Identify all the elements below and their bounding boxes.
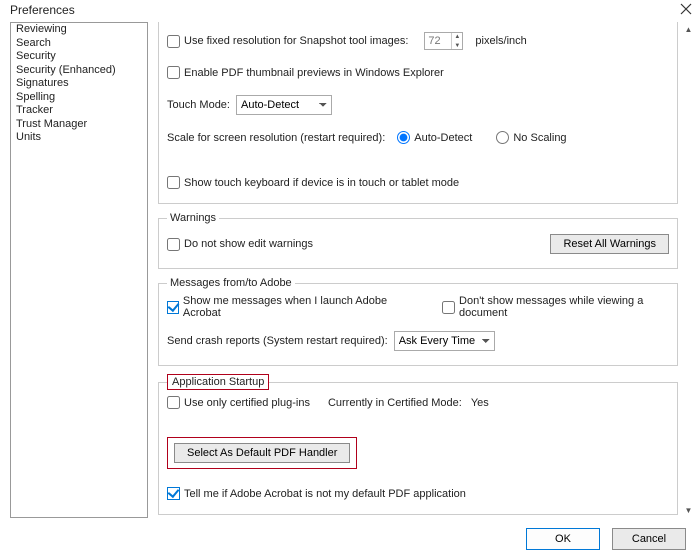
sidebar-item-security-enhanced[interactable]: Security (Enhanced) [11,64,147,78]
resolution-input[interactable] [425,33,451,49]
sidebar-item-security[interactable]: Security [11,50,147,64]
cert-mode-value: Yes [471,397,489,409]
cancel-button[interactable]: Cancel [612,528,686,550]
cert-mode-label: Currently in Certified Mode: [328,397,462,409]
no-edit-warnings-checkbox[interactable]: Do not show edit warnings [167,238,313,251]
sidebar-item-tracker[interactable]: Tracker [11,104,147,118]
category-list[interactable]: Reviewing Search Security Security (Enha… [10,22,148,518]
sidebar-item-units[interactable]: Units [11,131,147,145]
show-launch-label: Show me messages when I launch Adobe Acr… [183,295,402,319]
touch-keyboard-label: Show touch keyboard if device is in touc… [184,177,459,189]
warnings-legend: Warnings [167,212,219,224]
scale-label: Scale for screen resolution (restart req… [167,132,385,144]
spin-up-icon[interactable]: ▲ [452,33,462,42]
resolution-unit: pixels/inch [475,35,526,47]
dont-show-viewing-label: Don't show messages while viewing a docu… [459,295,669,319]
crash-reports-label: Send crash reports (System restart requi… [167,335,388,347]
dont-show-viewing-checkbox[interactable]: Don't show messages while viewing a docu… [442,295,669,319]
window-title: Preferences [10,3,75,17]
certified-plugins-checkbox[interactable]: Use only certified plug-ins [167,396,310,409]
scale-auto-radio[interactable] [397,131,410,144]
touch-mode-select[interactable]: Auto-Detect [236,95,332,115]
tell-me-default-label: Tell me if Adobe Acrobat is not my defau… [184,488,466,500]
startup-group: Application Startup Use only certified p… [158,374,678,515]
vertical-scrollbar[interactable]: ▲ ▼ [681,22,696,518]
select-default-handler-button[interactable]: Select As Default PDF Handler [174,443,350,463]
scale-auto-label: Auto-Detect [414,132,472,144]
thumbnail-previews-checkbox[interactable]: Enable PDF thumbnail previews in Windows… [167,66,444,79]
sidebar-item-trust-manager[interactable]: Trust Manager [11,118,147,132]
default-handler-highlight: Select As Default PDF Handler [167,437,357,469]
certified-plugins-label: Use only certified plug-ins [184,397,310,409]
scale-none-radio[interactable] [496,131,509,144]
no-edit-warnings-label: Do not show edit warnings [184,238,313,250]
messages-group: Messages from/to Adobe Show me messages … [158,277,678,366]
touch-mode-label: Touch Mode: [167,99,230,111]
crash-reports-select[interactable]: Ask Every Time [394,331,495,351]
sidebar-item-search[interactable]: Search [11,37,147,51]
thumbnail-previews-label: Enable PDF thumbnail previews in Windows… [184,67,444,79]
close-icon[interactable] [680,3,692,15]
scroll-down-icon[interactable]: ▼ [681,503,696,518]
touch-keyboard-checkbox[interactable]: Show touch keyboard if device is in touc… [167,176,459,189]
sidebar-item-reviewing[interactable]: Reviewing [11,23,147,37]
reset-warnings-button[interactable]: Reset All Warnings [550,234,669,254]
sidebar-item-signatures[interactable]: Signatures [11,77,147,91]
startup-legend: Application Startup [167,374,269,390]
warnings-group: Warnings Do not show edit warnings Reset… [158,212,678,269]
fixed-resolution-label: Use fixed resolution for Snapshot tool i… [184,35,408,47]
ok-button[interactable]: OK [526,528,600,550]
scroll-up-icon[interactable]: ▲ [681,22,696,37]
tell-me-default-checkbox[interactable]: Tell me if Adobe Acrobat is not my defau… [167,487,466,500]
scale-none-label: No Scaling [513,132,566,144]
messages-legend: Messages from/to Adobe [167,277,295,289]
spin-down-icon[interactable]: ▼ [452,42,462,51]
show-launch-checkbox[interactable]: Show me messages when I launch Adobe Acr… [167,295,402,319]
resolution-spinner[interactable]: ▲ ▼ [424,32,463,50]
sidebar-item-spelling[interactable]: Spelling [11,91,147,105]
fixed-resolution-checkbox[interactable]: Use fixed resolution for Snapshot tool i… [167,35,408,48]
